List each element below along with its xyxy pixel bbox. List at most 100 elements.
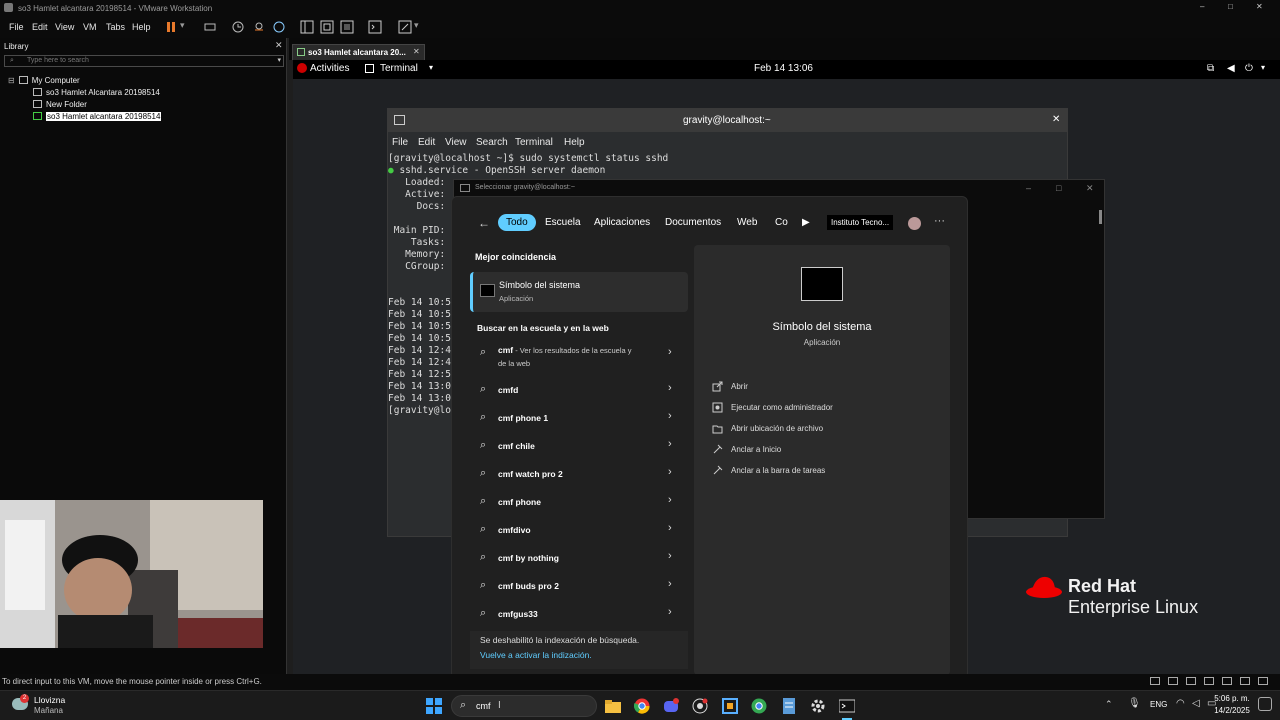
- suggestion-item[interactable]: ⌕ cmf phone 1 ›: [470, 405, 688, 429]
- notification-center-icon[interactable]: [1258, 697, 1272, 711]
- vmware-app-icon[interactable]: [722, 698, 738, 714]
- close-window-button[interactable]: ✕: [1256, 2, 1263, 11]
- recorder-icon[interactable]: [692, 698, 708, 714]
- hdd-status-icon[interactable]: [1150, 677, 1160, 685]
- org-badge[interactable]: Instituto Tecno...: [827, 215, 894, 230]
- console-view-icon[interactable]: [368, 20, 382, 34]
- avatar[interactable]: [908, 217, 921, 230]
- maximize-button[interactable]: □: [1228, 2, 1233, 11]
- snapshot-manager-icon[interactable]: [272, 20, 286, 34]
- activities-button[interactable]: Activities: [310, 63, 349, 74]
- menu-edit[interactable]: Edit: [32, 22, 48, 32]
- menu-help[interactable]: Help: [132, 22, 151, 32]
- filter-aplicaciones[interactable]: Aplicaciones: [594, 217, 650, 228]
- chrome-profile-icon[interactable]: [751, 698, 767, 714]
- fullscreen-icon[interactable]: [340, 20, 354, 34]
- filter-more[interactable]: Co: [775, 217, 788, 228]
- terminal-menu-file[interactable]: File: [392, 137, 408, 148]
- filter-web[interactable]: Web: [737, 217, 757, 228]
- volume-icon[interactable]: ◀: [1227, 63, 1235, 74]
- cmd-scrollbar[interactable]: [1099, 210, 1102, 224]
- wifi-icon[interactable]: ◠: [1176, 698, 1185, 709]
- weather-widget[interactable]: 2 Llovizna Mañana: [12, 694, 92, 718]
- cmd-maximize-button[interactable]: □: [1056, 183, 1061, 193]
- menu-view[interactable]: View: [55, 22, 74, 32]
- pause-dropdown-icon[interactable]: ▾: [180, 20, 194, 34]
- collapse-icon[interactable]: ⊟: [8, 76, 15, 85]
- stretch-guest-icon[interactable]: [398, 20, 412, 34]
- tree-new-folder[interactable]: New Folder: [33, 100, 87, 109]
- filter-escuela[interactable]: Escuela: [545, 217, 581, 228]
- filter-scroll-right-icon[interactable]: ▶: [802, 217, 810, 228]
- sidebar-toggle-icon[interactable]: [300, 20, 314, 34]
- taskbar-search-box[interactable]: ⌕ cmf I: [451, 695, 597, 717]
- terminal-menu-search[interactable]: Search: [476, 137, 508, 148]
- more-options-icon[interactable]: ···: [934, 215, 945, 227]
- suggestion-item[interactable]: ⌕ cmf by nothing ›: [470, 545, 688, 569]
- discord-icon[interactable]: [663, 698, 679, 714]
- vm-tab[interactable]: so3 Hamlet alcantara 20... ✕: [292, 44, 425, 60]
- menu-tabs[interactable]: Tabs: [106, 22, 125, 32]
- terminal-menu-terminal[interactable]: Terminal: [515, 137, 553, 148]
- speaker-icon[interactable]: ◁: [1192, 698, 1200, 709]
- menu-file[interactable]: File: [9, 22, 24, 32]
- app-menu-button[interactable]: Terminal: [380, 63, 418, 74]
- tree-vm-selected[interactable]: so3 Hamlet alcantara 20198514: [33, 112, 162, 121]
- suggestion-item[interactable]: ⌕ cmf - Ver los resultados de la escuela …: [470, 339, 688, 373]
- clock-date[interactable]: 14/2/2025: [1214, 706, 1250, 715]
- start-button[interactable]: [426, 698, 442, 714]
- suggestion-item[interactable]: ⌕ cmfd ›: [470, 377, 688, 401]
- cmd-taskbar-icon[interactable]: [839, 698, 855, 714]
- send-ctrl-alt-del-icon[interactable]: [203, 20, 217, 34]
- suggestion-item[interactable]: ⌕ cmf buds pro 2 ›: [470, 573, 688, 597]
- file-explorer-icon[interactable]: [605, 698, 621, 714]
- power-icon[interactable]: ⏻: [1245, 63, 1253, 74]
- notepad-icon[interactable]: [781, 698, 797, 714]
- close-tab-button[interactable]: ✕: [413, 47, 420, 56]
- menu-vm[interactable]: VM: [83, 22, 97, 32]
- terminal-menu-view[interactable]: View: [445, 137, 467, 148]
- terminal-close-button[interactable]: ✕: [1052, 114, 1060, 125]
- tree-my-computer[interactable]: ⊟ My Computer: [8, 76, 80, 85]
- network-status-icon[interactable]: [1186, 677, 1196, 685]
- suggestion-item[interactable]: ⌕ cmfgus33 ›: [470, 601, 688, 625]
- back-arrow-icon[interactable]: ←: [478, 216, 490, 230]
- system-menu-chevron-icon[interactable]: ▾: [1261, 63, 1265, 72]
- display-status-icon[interactable]: [1240, 677, 1250, 685]
- snapshot-icon[interactable]: [231, 20, 245, 34]
- reenable-index-link[interactable]: Vuelve a activar la indización.: [480, 650, 592, 660]
- terminal-menu-help[interactable]: Help: [564, 137, 585, 148]
- message-status-icon[interactable]: [1258, 677, 1268, 685]
- terminal-window-icon[interactable]: [394, 115, 405, 125]
- tray-overflow-icon[interactable]: ⌃: [1105, 699, 1113, 710]
- revert-snapshot-icon[interactable]: [252, 20, 266, 34]
- cd-status-icon[interactable]: [1168, 677, 1178, 685]
- suggestion-item[interactable]: ⌕ cmf phone ›: [470, 489, 688, 513]
- settings-icon[interactable]: [810, 698, 826, 714]
- terminal-menu-edit[interactable]: Edit: [418, 137, 435, 148]
- suggestion-item[interactable]: ⌕ cmf chile ›: [470, 433, 688, 457]
- sound-status-icon[interactable]: [1222, 677, 1232, 685]
- thumbnail-view-icon[interactable]: [320, 20, 334, 34]
- language-indicator[interactable]: ENG: [1150, 700, 1167, 709]
- minimize-button[interactable]: –: [1200, 2, 1204, 11]
- library-search-input[interactable]: ⌕ Type here to search ▾: [4, 55, 284, 67]
- usb-status-icon[interactable]: [1204, 677, 1214, 685]
- tree-vm-alcantara[interactable]: so3 Hamlet Alcantara 20198514: [33, 88, 160, 97]
- cmd-close-button[interactable]: ✕: [1086, 183, 1094, 194]
- cmd-minimize-button[interactable]: –: [1026, 183, 1031, 193]
- chrome-icon[interactable]: [634, 698, 650, 714]
- filter-todo[interactable]: Todo: [498, 214, 536, 231]
- stretch-dropdown-icon[interactable]: ▾: [414, 20, 428, 34]
- microphone-icon[interactable]: 🎙: [1128, 698, 1141, 709]
- close-library-button[interactable]: ✕: [275, 40, 283, 51]
- suggestion-item[interactable]: ⌕ cmfdivo ›: [470, 517, 688, 541]
- network-icon[interactable]: ⧉: [1207, 63, 1214, 74]
- suggestion-item[interactable]: ⌕ cmf watch pro 2 ›: [470, 461, 688, 485]
- clock-time[interactable]: 5:06 p. m.: [1214, 694, 1250, 703]
- filter-documentos[interactable]: Documentos: [665, 217, 721, 228]
- search-dropdown-icon[interactable]: ▾: [277, 56, 281, 66]
- best-match-item[interactable]: Símbolo del sistema Aplicación: [470, 272, 688, 312]
- gnome-clock[interactable]: Feb 14 13:06: [754, 63, 813, 74]
- pause-vm-icon[interactable]: [164, 20, 178, 34]
